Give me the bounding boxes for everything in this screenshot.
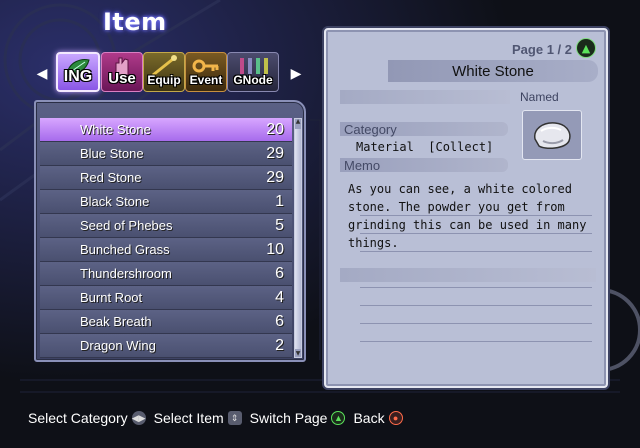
scroll-up-arrow-icon[interactable]: ▲	[295, 119, 301, 125]
switch-page-label: Switch Page	[249, 410, 328, 426]
list-item[interactable]: Bunched Grass 10	[40, 238, 292, 262]
item-qty: 10	[266, 240, 284, 258]
memo-label: Memo	[344, 158, 381, 173]
item-name: Red Stone	[80, 170, 142, 185]
item-name: Dragon Wing	[80, 338, 156, 353]
category-label: Category	[344, 122, 397, 137]
item-qty: 6	[275, 264, 284, 282]
item-name: Burnt Root	[80, 290, 143, 305]
list-item[interactable]: White Stone 20	[40, 118, 292, 142]
circle-icon: ●	[388, 411, 403, 425]
item-name: Blue Stone	[80, 146, 144, 161]
item-qty: 20	[266, 120, 284, 138]
item-name: Black Stone	[80, 194, 150, 209]
item-list: White Stone 20 Blue Stone 29 Red Stone 2…	[40, 118, 292, 358]
help-select-category: Select Category ◀▶	[28, 410, 146, 426]
item-name: White Stone	[80, 122, 151, 137]
dpad-left-right-icon: ◀▶	[131, 411, 146, 425]
list-item[interactable]: Thundershroom 6	[40, 262, 292, 286]
item-name: Seed of Phebes	[80, 218, 173, 233]
scroll-thumb[interactable]	[295, 129, 301, 349]
item-qty: 29	[266, 168, 284, 186]
item-detail-panel: Page 1 / 2 ▲ White Stone Named Category …	[324, 28, 608, 388]
category-value: Material [Collect]	[356, 140, 494, 154]
select-category-label: Select Category	[28, 410, 128, 426]
tab-event[interactable]: Event	[185, 52, 227, 92]
dpad-up-down-icon: ⇕	[227, 411, 242, 425]
item-qty: 5	[275, 216, 284, 234]
divider	[340, 90, 510, 104]
divider	[340, 268, 596, 282]
item-qty: 1	[275, 192, 284, 210]
list-item[interactable]: Beak Breath 6	[40, 310, 292, 334]
help-switch-page: Switch Page ▲	[250, 410, 346, 426]
list-item[interactable]: Burnt Root 4	[40, 286, 292, 310]
item-qty: 6	[275, 312, 284, 330]
tab-label: Event	[189, 73, 223, 87]
tab-use[interactable]: Use	[101, 52, 143, 92]
detail-item-name: White Stone	[388, 60, 598, 82]
named-label: Named	[520, 90, 559, 104]
item-qty: 29	[266, 144, 284, 162]
item-qty: 4	[275, 288, 284, 306]
list-item[interactable]: Dragon Wing 2	[40, 334, 292, 358]
help-back: Back ●	[353, 410, 403, 426]
page-indicator: Page 1 / 2	[512, 42, 572, 57]
item-name: Thundershroom	[80, 266, 172, 281]
scroll-down-arrow-icon[interactable]: ▼	[295, 351, 301, 357]
list-item[interactable]: Blue Stone 29	[40, 142, 292, 166]
tab-equip[interactable]: Equip	[143, 52, 185, 92]
list-item[interactable]: Black Stone 1	[40, 190, 292, 214]
item-name: Beak Breath	[80, 314, 152, 329]
screen-title: Item	[103, 8, 167, 36]
triangle-icon: ▲	[331, 411, 346, 425]
list-scrollbar[interactable]: ▲ ▼	[294, 118, 302, 358]
item-list-panel: White Stone 20 Blue Stone 29 Red Stone 2…	[34, 100, 306, 362]
item-name: Bunched Grass	[80, 242, 170, 257]
memo-text: As you can see, a white colored stone. T…	[348, 182, 587, 250]
help-select-item: Select Item ⇕	[154, 410, 242, 426]
select-item-label: Select Item	[153, 410, 224, 426]
white-stone-icon	[534, 122, 571, 150]
tab-label: Use	[108, 70, 136, 87]
tab-label: Equip	[147, 73, 181, 87]
tab-right-arrow-icon[interactable]: ▶	[289, 64, 303, 84]
tab-label: ING	[63, 68, 93, 85]
button-help-bar: Select Category ◀▶ Select Item ⇕ Switch …	[0, 398, 640, 438]
tab-ing[interactable]: ING	[56, 52, 100, 92]
list-item[interactable]: Red Stone 29	[40, 166, 292, 190]
item-qty: 2	[275, 336, 284, 354]
item-image	[522, 110, 582, 160]
tab-gnode[interactable]: GNode	[227, 52, 279, 92]
tab-label: GNode	[233, 73, 273, 87]
back-label: Back	[353, 410, 385, 426]
triangle-button-icon[interactable]: ▲	[576, 38, 596, 58]
tab-left-arrow-icon[interactable]: ◀	[35, 64, 49, 84]
list-item[interactable]: Seed of Phebes 5	[40, 214, 292, 238]
